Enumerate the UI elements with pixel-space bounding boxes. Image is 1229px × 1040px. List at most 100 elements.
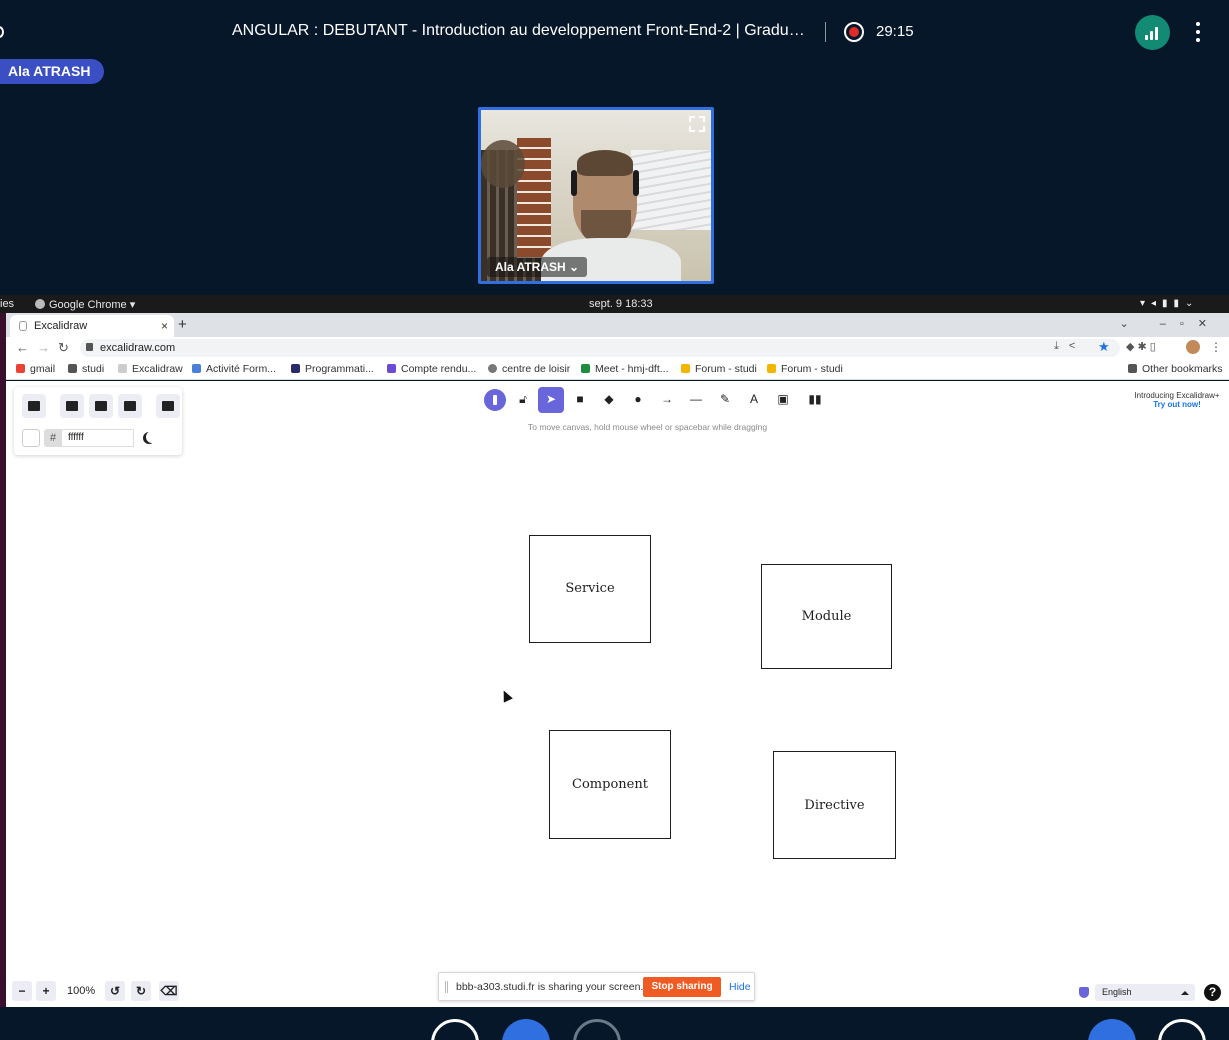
drag-handle-icon[interactable] (445, 981, 448, 993)
bookmark-gmail[interactable]: gmail (16, 363, 55, 375)
webcam-person-hair (577, 150, 633, 176)
omnibox[interactable] (80, 339, 1120, 357)
help-button[interactable]: ? (1204, 984, 1221, 1001)
image-tool[interactable]: ▣ (770, 387, 796, 413)
conference-controls (0, 1007, 1229, 1040)
diamond-icon: ◆ (604, 392, 614, 406)
microphone-button[interactable] (431, 1019, 479, 1040)
box-label: Module (801, 609, 852, 624)
profile-avatar[interactable] (1186, 340, 1200, 354)
browser-tab-strip: Excalidraw × + ⌄ –▫✕ (6, 313, 1229, 337)
bookmark-forum-studi[interactable]: Forum - studi (681, 363, 757, 375)
open-button[interactable] (60, 394, 84, 418)
excalidraw-icon (118, 364, 127, 373)
bookmark-meet[interactable]: Meet - hmj-dft... (581, 363, 669, 375)
new-tab-button[interactable]: + (178, 316, 187, 333)
webcam-headphones (571, 170, 577, 196)
folder-open-icon (66, 401, 78, 411)
bookmark-programmation[interactable]: Programmati... (291, 363, 374, 375)
background-color-input[interactable]: ffffff (62, 429, 134, 447)
diagram-box-service[interactable]: Service (529, 535, 651, 643)
users-icon (162, 401, 174, 411)
address-actions[interactable]: ⤓< (1054, 340, 1085, 353)
presentation-button[interactable] (1088, 1019, 1136, 1040)
arrow-tool[interactable]: → (654, 387, 680, 413)
close-tab-icon[interactable]: × (161, 319, 168, 333)
eraser-button[interactable]: ⌫ (159, 981, 179, 1001)
diagram-box-module[interactable]: Module (761, 564, 892, 669)
os-top-bar: ies Google Chrome ▾ sept. 9 18:33 ▾◂▮▮⌄ (0, 295, 1229, 313)
screen-share-banner: bbb-a303.studi.fr is sharing your screen… (438, 972, 755, 1001)
presenter-name-badge[interactable]: Ala ATRASH (0, 59, 105, 84)
diagram-box-component[interactable]: Component (549, 730, 671, 839)
bookmark-centre-loisir[interactable]: centre de loisir (488, 363, 570, 375)
ellipse-tool[interactable]: ● (625, 387, 651, 413)
rectangle-tool[interactable]: ■ (567, 387, 593, 413)
bookmark-studi[interactable]: studi (68, 363, 104, 375)
browser-menu-icon[interactable]: ⋮ (1210, 340, 1222, 354)
line-icon: — (690, 392, 702, 406)
os-activities-label[interactable]: ies (0, 298, 14, 310)
unlock-icon: 🔓︎ (519, 392, 527, 406)
stop-sharing-button[interactable]: Stop sharing (643, 977, 721, 997)
language-select[interactable]: English (1095, 984, 1195, 1001)
line-tool[interactable]: — (683, 387, 709, 413)
hand-tool[interactable]: 🔓︎ (510, 387, 536, 413)
studi-icon (681, 364, 690, 373)
draw-tool[interactable]: ✎ (712, 387, 738, 413)
more-options-icon[interactable] (1190, 20, 1206, 44)
webcam-headphones (633, 170, 639, 196)
live-collaboration-button[interactable] (156, 394, 180, 418)
back-icon[interactable]: ← (16, 340, 29, 355)
connection-status-button[interactable] (1135, 15, 1170, 50)
webcam-name-label[interactable]: Ala ATRASH ⌄ (487, 257, 588, 277)
zoom-in-button[interactable]: + (36, 981, 56, 1001)
redo-button[interactable]: ↻ (131, 981, 151, 1001)
tab-excalidraw[interactable]: Excalidraw × (10, 315, 174, 337)
webcam-video[interactable]: Ala ATRASH ⌄ (478, 107, 714, 284)
fullscreen-icon[interactable] (689, 116, 705, 132)
bookmark-activite[interactable]: Activité Form... (192, 363, 276, 375)
save-button[interactable] (89, 394, 113, 418)
gmail-icon (16, 364, 25, 373)
audio-button[interactable] (502, 1019, 550, 1040)
raise-hand-button[interactable] (1158, 1019, 1206, 1040)
excalidraw-plus-promo[interactable]: Introducing Excalidraw+ Try out now! (1126, 391, 1228, 409)
tool-lock-icon[interactable] (484, 389, 506, 411)
undo-button[interactable]: ↺ (105, 981, 125, 1001)
folder-icon (68, 364, 77, 373)
clear-canvas-button[interactable] (22, 394, 46, 418)
bookmark-forum-studi[interactable]: Forum - studi (767, 363, 843, 375)
signal-bar-icon (1155, 27, 1158, 40)
text-tool[interactable]: A (741, 387, 767, 413)
bookmark-excalidraw[interactable]: Excalidraw (118, 363, 183, 375)
camera-button[interactable] (573, 1019, 621, 1040)
other-bookmarks[interactable]: Other bookmarks (1128, 363, 1223, 375)
url-text[interactable]: excalidraw.com (100, 342, 175, 354)
dark-mode-toggle-icon[interactable] (146, 431, 158, 443)
library-button[interactable]: ▮▮ (802, 387, 828, 413)
system-tray-icons[interactable]: ▾◂▮▮⌄ (1140, 298, 1199, 309)
background-color-swatch[interactable] (22, 429, 40, 447)
diagram-box-directive[interactable]: Directive (773, 751, 896, 859)
selection-tool[interactable]: ➤ (538, 387, 564, 413)
reload-icon[interactable]: ↻ (58, 340, 69, 356)
bookmark-star-icon[interactable]: ★ (1098, 339, 1110, 355)
zoom-out-button[interactable]: − (12, 981, 32, 1001)
user-icon[interactable] (0, 26, 4, 38)
os-app-menu[interactable]: Google Chrome ▾ (49, 298, 135, 311)
zoom-level[interactable]: 100% (67, 985, 95, 997)
forward-icon[interactable]: → (37, 340, 50, 355)
hide-banner-button[interactable]: Hide (729, 981, 751, 993)
recording-timer: 29:15 (876, 23, 914, 40)
recording-icon[interactable] (844, 22, 864, 42)
export-button[interactable] (118, 394, 142, 418)
extension-icons[interactable]: ◆ ✱ ▯ (1126, 340, 1156, 353)
os-clock[interactable]: sept. 9 18:33 (589, 298, 653, 310)
promo-link[interactable]: Try out now! (1126, 400, 1228, 409)
window-controls[interactable]: ⌄ –▫✕ (1119, 317, 1221, 330)
lock-icon[interactable] (86, 343, 93, 351)
diamond-tool[interactable]: ◆ (596, 387, 622, 413)
bookmark-compte-rendu[interactable]: Compte rendu... (387, 363, 476, 375)
excalidraw-canvas[interactable]: # ffffff 🔓︎ ➤ ■ ◆ ● → — ✎ A ▣ ▮▮ To move… (6, 381, 1229, 1007)
